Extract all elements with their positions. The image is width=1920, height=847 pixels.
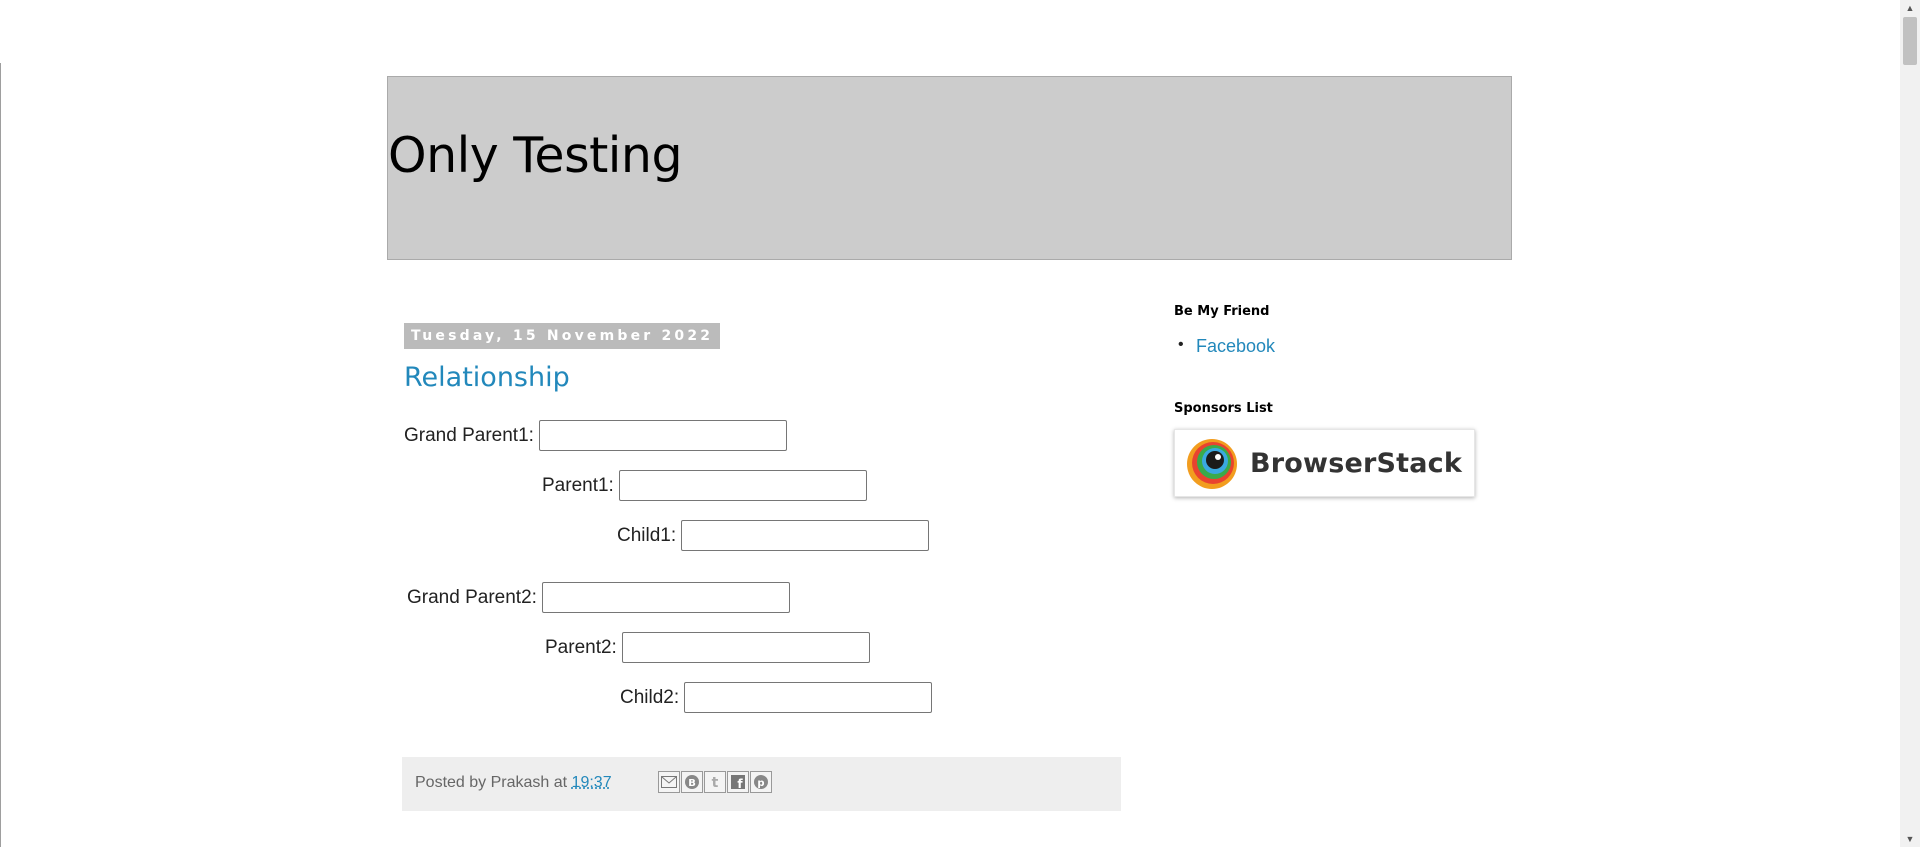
- field-row-grand-parent1: Grand Parent1:: [404, 420, 787, 451]
- facebook-link[interactable]: Facebook: [1196, 336, 1275, 356]
- post-date: Tuesday, 15 November 2022: [404, 323, 721, 349]
- email-icon[interactable]: [658, 771, 680, 793]
- posted-by-text: Posted by Prakash at: [415, 774, 568, 791]
- browser-top-area: [0, 0, 1900, 64]
- scroll-up-arrow-icon[interactable]: ▲: [1900, 0, 1920, 16]
- post-title[interactable]: Relationship: [404, 362, 570, 393]
- browserstack-sponsor-banner[interactable]: BrowserStack: [1174, 429, 1475, 497]
- twitter-icon[interactable]: t: [704, 771, 726, 793]
- field-label: Grand Parent1:: [404, 424, 534, 446]
- post-footer: Posted by Prakash at 19:37 B t f p: [402, 757, 1121, 811]
- field-row-parent1: Parent1:: [542, 470, 867, 501]
- field-row-child2: Child2:: [620, 682, 933, 713]
- field-label: Child1:: [617, 524, 677, 546]
- child2-input[interactable]: [684, 682, 933, 713]
- sidebar-heading-friend: Be My Friend: [1174, 304, 1270, 319]
- field-label: Parent2:: [545, 636, 617, 658]
- parent2-input[interactable]: [621, 632, 870, 663]
- post-time-link[interactable]: 19:37: [572, 774, 612, 791]
- child1-input[interactable]: [681, 520, 930, 551]
- browserstack-logo-icon: [1187, 439, 1237, 489]
- pinterest-icon[interactable]: p: [750, 771, 772, 793]
- field-label: Child2:: [620, 686, 680, 708]
- share-buttons: B t f p: [658, 771, 772, 793]
- blog-header: Only Testing: [387, 76, 1512, 260]
- facebook-icon[interactable]: f: [727, 771, 749, 793]
- svg-text:t: t: [712, 775, 719, 790]
- blog-title[interactable]: Only Testing: [388, 127, 683, 184]
- field-row-grand-parent2: Grand Parent2:: [407, 582, 790, 613]
- scroll-thumb[interactable]: [1903, 17, 1917, 65]
- field-label: Parent1:: [542, 474, 614, 496]
- svg-text:f: f: [737, 777, 743, 790]
- grand-parent1-input[interactable]: [538, 420, 787, 451]
- list-item: Facebook: [1174, 336, 1275, 357]
- blogger-icon[interactable]: B: [681, 771, 703, 793]
- parent1-input[interactable]: [618, 470, 867, 501]
- sponsor-name: BrowserStack: [1250, 447, 1463, 479]
- svg-text:p: p: [757, 778, 764, 789]
- field-row-parent2: Parent2:: [545, 632, 870, 663]
- sidebar-heading-sponsors: Sponsors List: [1174, 401, 1273, 416]
- field-label: Grand Parent2:: [407, 586, 537, 608]
- friend-links-list: Facebook: [1174, 336, 1275, 357]
- field-row-child1: Child1:: [617, 520, 930, 551]
- svg-text:B: B: [688, 778, 696, 789]
- post-meta: Posted by Prakash at 19:37: [415, 774, 612, 792]
- grand-parent2-input[interactable]: [541, 582, 790, 613]
- vertical-scrollbar[interactable]: ▲ ▼: [1900, 0, 1920, 847]
- scroll-down-arrow-icon[interactable]: ▼: [1900, 831, 1920, 847]
